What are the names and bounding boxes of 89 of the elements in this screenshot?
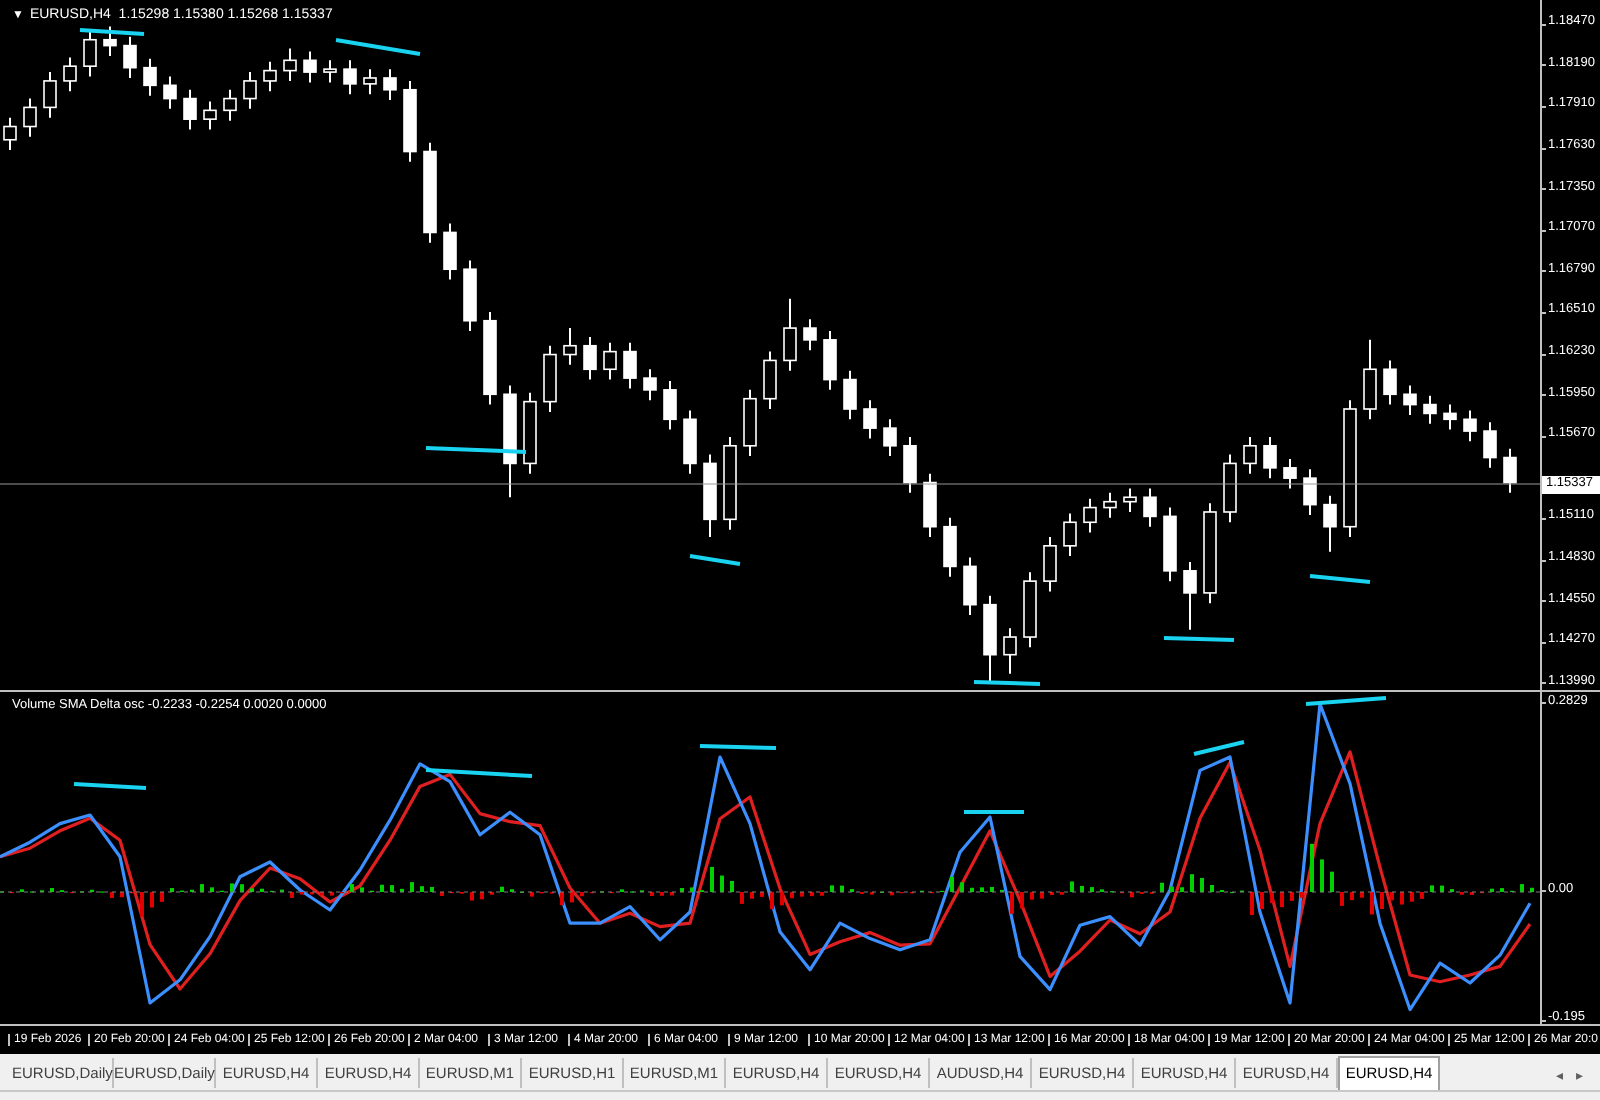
candle [163, 75, 177, 110]
candle [643, 368, 657, 402]
candle [303, 50, 317, 84]
candle [1223, 453, 1237, 524]
candle [503, 384, 517, 499]
candle [1443, 403, 1457, 431]
candle [1323, 494, 1337, 553]
candle [363, 68, 377, 96]
candle [1003, 627, 1017, 675]
candle [523, 391, 537, 475]
candle [123, 35, 137, 79]
candle [103, 25, 117, 57]
candle [983, 594, 997, 683]
trendline [964, 810, 1024, 814]
candle [443, 222, 457, 281]
candle [403, 79, 417, 163]
trendline [699, 744, 777, 750]
candle [743, 388, 757, 458]
candle [1343, 399, 1357, 538]
candle [343, 59, 357, 96]
candle [283, 47, 297, 82]
trendline [425, 768, 533, 778]
candle [383, 68, 397, 102]
candle [1143, 487, 1157, 528]
trendline [425, 446, 527, 454]
candle [423, 141, 437, 244]
candle [1023, 571, 1037, 649]
candle [1163, 506, 1177, 583]
candle [203, 100, 217, 131]
candle [663, 380, 677, 431]
trendline [1305, 696, 1387, 706]
candle [1403, 384, 1417, 416]
candle [263, 60, 277, 93]
candle [843, 369, 857, 421]
candle [483, 310, 497, 406]
candle [3, 116, 17, 152]
candle [723, 435, 737, 531]
candle [1283, 458, 1297, 490]
candle [863, 399, 877, 440]
candle [143, 57, 157, 97]
trendline [79, 28, 145, 36]
candle [943, 516, 957, 578]
candle [463, 259, 477, 332]
candle [963, 556, 977, 616]
candle [1203, 502, 1217, 605]
candle [543, 344, 557, 413]
candle [603, 341, 617, 381]
candle [1063, 512, 1077, 558]
candle [1123, 487, 1137, 513]
candle [1263, 435, 1277, 480]
candle [883, 418, 897, 458]
candle [1043, 536, 1057, 593]
candle [763, 350, 777, 410]
trendline [335, 38, 421, 56]
candle [923, 472, 937, 538]
candle [783, 297, 797, 372]
trendline [1163, 636, 1235, 642]
candle [23, 97, 37, 138]
candle [323, 59, 337, 84]
candle [1183, 561, 1197, 631]
candle [1483, 421, 1497, 469]
candle [703, 453, 717, 538]
candle [63, 56, 77, 93]
candle [683, 409, 697, 475]
candle [43, 71, 57, 119]
candle [243, 71, 257, 110]
candle [623, 341, 637, 390]
candle [1083, 497, 1097, 534]
trendline [1309, 574, 1371, 584]
candle [1103, 491, 1117, 519]
candle [1423, 394, 1437, 425]
candle [1303, 468, 1317, 516]
candle [563, 327, 577, 366]
candle [803, 318, 817, 352]
trendline [689, 554, 741, 566]
candle [83, 29, 97, 78]
candle [1503, 447, 1517, 494]
candle [1383, 359, 1397, 406]
trendline [973, 680, 1041, 686]
candle [583, 335, 597, 381]
candle [1463, 409, 1477, 443]
candle [1243, 435, 1257, 475]
candle [183, 88, 197, 131]
trendline [73, 782, 147, 790]
trendline [1193, 740, 1245, 756]
candle [903, 435, 917, 494]
candle [823, 330, 837, 391]
candle [223, 88, 237, 122]
candle [1363, 338, 1377, 421]
